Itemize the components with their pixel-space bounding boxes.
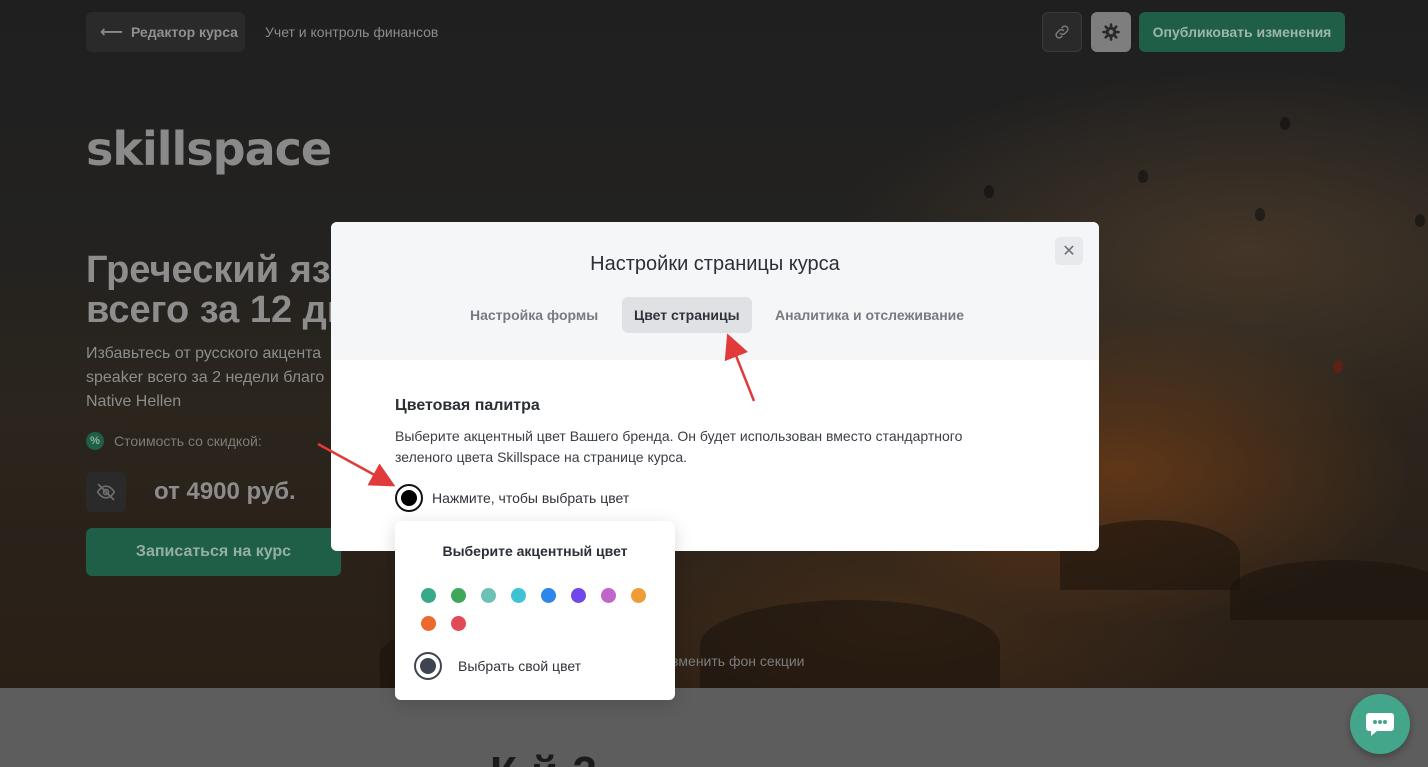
next-section-title: К й 2 bbox=[490, 748, 598, 767]
course-page-settings-modal: Настройки страницы курса ✕ Настройка фор… bbox=[331, 222, 1099, 551]
arrow-left-icon: ⟵ bbox=[100, 24, 123, 41]
course-title: Греческий язык всего за 12 дней bbox=[86, 250, 346, 330]
skillspace-logo: skillspace bbox=[86, 122, 332, 176]
course-description: Избавьтесь от русского акцента speaker в… bbox=[86, 342, 331, 414]
course-price: от 4900 руб. bbox=[154, 478, 296, 505]
color-swatch-8[interactable] bbox=[631, 588, 646, 603]
discount-row: % Стоимость со скидкой: bbox=[86, 432, 262, 450]
color-swatch-2[interactable] bbox=[451, 588, 466, 603]
selected-color-swatch[interactable] bbox=[395, 484, 423, 512]
color-swatch-3[interactable] bbox=[481, 588, 496, 603]
color-swatch-5[interactable] bbox=[541, 588, 556, 603]
custom-color-row[interactable]: Выбрать свой цвет bbox=[414, 652, 581, 680]
color-swatch-10[interactable] bbox=[451, 616, 466, 631]
close-modal-button[interactable]: ✕ bbox=[1055, 237, 1083, 265]
back-to-editor-button[interactable]: ⟵ Редактор курса bbox=[86, 12, 245, 52]
eye-off-icon bbox=[96, 483, 116, 501]
selected-color-dot bbox=[401, 490, 417, 506]
course-title-line-1: Греческий язык bbox=[86, 250, 346, 291]
tab-page-color[interactable]: Цвет страницы bbox=[622, 297, 752, 333]
settings-button[interactable] bbox=[1091, 12, 1131, 52]
color-palette-title: Цветовая палитра bbox=[395, 397, 540, 414]
change-section-background-link[interactable]: зменить фон секции bbox=[672, 653, 804, 669]
course-description-line-3: Native Hellen bbox=[86, 393, 182, 410]
modal-title: Настройки страницы курса bbox=[590, 253, 840, 275]
course-description-line-2: speaker всего за 2 недели благо bbox=[86, 369, 325, 386]
color-swatch-1[interactable] bbox=[421, 588, 436, 603]
color-swatch-9[interactable] bbox=[421, 616, 436, 631]
popup-title: Выберите акцентный цвет bbox=[442, 543, 628, 559]
course-description-line-1: Избавьтесь от русского акцента bbox=[86, 345, 322, 362]
enroll-button[interactable]: Записаться на курс bbox=[86, 528, 341, 576]
publish-changes-button[interactable]: Опубликовать изменения bbox=[1139, 12, 1345, 52]
pick-color-label[interactable]: Нажмите, чтобы выбрать цвет bbox=[432, 490, 629, 506]
discount-label: Стоимость со скидкой: bbox=[114, 433, 262, 449]
copy-link-button[interactable] bbox=[1042, 12, 1082, 52]
link-icon bbox=[1055, 25, 1069, 39]
color-swatch-4[interactable] bbox=[511, 588, 526, 603]
color-swatch-6[interactable] bbox=[571, 588, 586, 603]
tab-analytics[interactable]: Аналитика и отслеживание bbox=[763, 297, 976, 333]
color-swatch-grid bbox=[421, 588, 661, 631]
pick-color-row[interactable]: Нажмите, чтобы выбрать цвет bbox=[395, 484, 629, 512]
back-to-editor-label: Редактор курса bbox=[130, 24, 238, 40]
custom-color-label[interactable]: Выбрать свой цвет bbox=[458, 658, 581, 674]
course-title-line-2: всего за 12 дней bbox=[86, 289, 346, 330]
gear-icon bbox=[1102, 23, 1120, 41]
chat-icon bbox=[1366, 713, 1394, 736]
custom-color-swatch[interactable] bbox=[414, 652, 442, 680]
accent-color-popup: Выберите акцентный цвет Выбрать свой цве… bbox=[395, 521, 675, 700]
next-section-background bbox=[0, 688, 1428, 767]
modal-header: Настройки страницы курса ✕ Настройка фор… bbox=[331, 222, 1099, 360]
chat-button[interactable] bbox=[1350, 694, 1410, 754]
percent-badge-icon: % bbox=[86, 432, 104, 450]
toggle-price-visibility-button[interactable] bbox=[86, 472, 126, 512]
color-palette-description: Выберите акцентный цвет Вашего бренда. О… bbox=[395, 428, 963, 465]
custom-color-dot bbox=[420, 658, 436, 674]
color-swatch-7[interactable] bbox=[601, 588, 616, 603]
close-icon: ✕ bbox=[1062, 243, 1076, 260]
tab-form-settings[interactable]: Настройка формы bbox=[458, 297, 610, 333]
finance-link[interactable]: Учет и контроль финансов bbox=[265, 24, 438, 40]
